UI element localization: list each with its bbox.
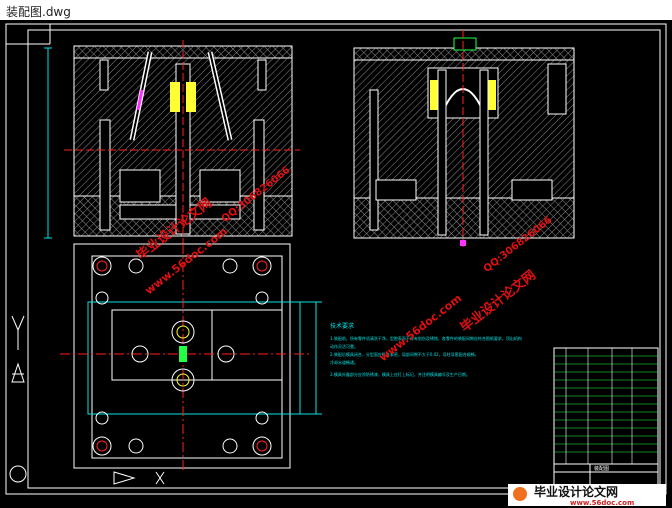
notes-line-2: 动作灵活可靠。 [330,343,358,349]
notes-line-4: 冷却水道畅通。 [330,359,358,365]
watermark-brand-2: 毕业设计论文网 [457,267,539,336]
window-title: 装配图.dwg [6,5,71,19]
footer-logo: 毕业设计论文网 www.56doc.com [508,484,666,507]
notes-line-3: 2.装配后模具闭合，分型面应贴合紧密，局部间隙不大于0.02，导柱导套配合顺畅， [330,351,479,357]
notes-line-5: 3.模具外露部分应涂防锈漆，模具上应打上标记，并注明模具编号及生产日期。 [330,371,470,377]
notes-line-1: 1.装配前，所有零件须清洗干净，型腔表面不得有划伤及锈蚀，各零件的装配间隙应符合… [330,335,522,341]
title-block: 装配图 [553,463,659,487]
footer-logo-text: 毕业设计论文网 [534,484,618,499]
cad-drawing-canvas[interactable]: 技术要求 1.装配前，所有零件须清洗干净，型腔表面不得有划伤及锈蚀，各零件的装配… [0,20,672,508]
footer-logo-url: www.56doc.com [570,499,634,507]
parts-list-table [553,347,659,465]
notes-title: 技术要求 [330,322,354,330]
side-section-view [353,30,575,250]
plan-view [60,243,322,472]
window-title-bar: 装配图.dwg [0,0,672,20]
view-symbols [9,315,165,485]
front-section-view [44,40,300,250]
watermark-group-4: 毕业设计论文网 [457,267,539,336]
logo-emblem-icon [513,487,527,501]
drawing-name: 装配图 [594,465,609,472]
